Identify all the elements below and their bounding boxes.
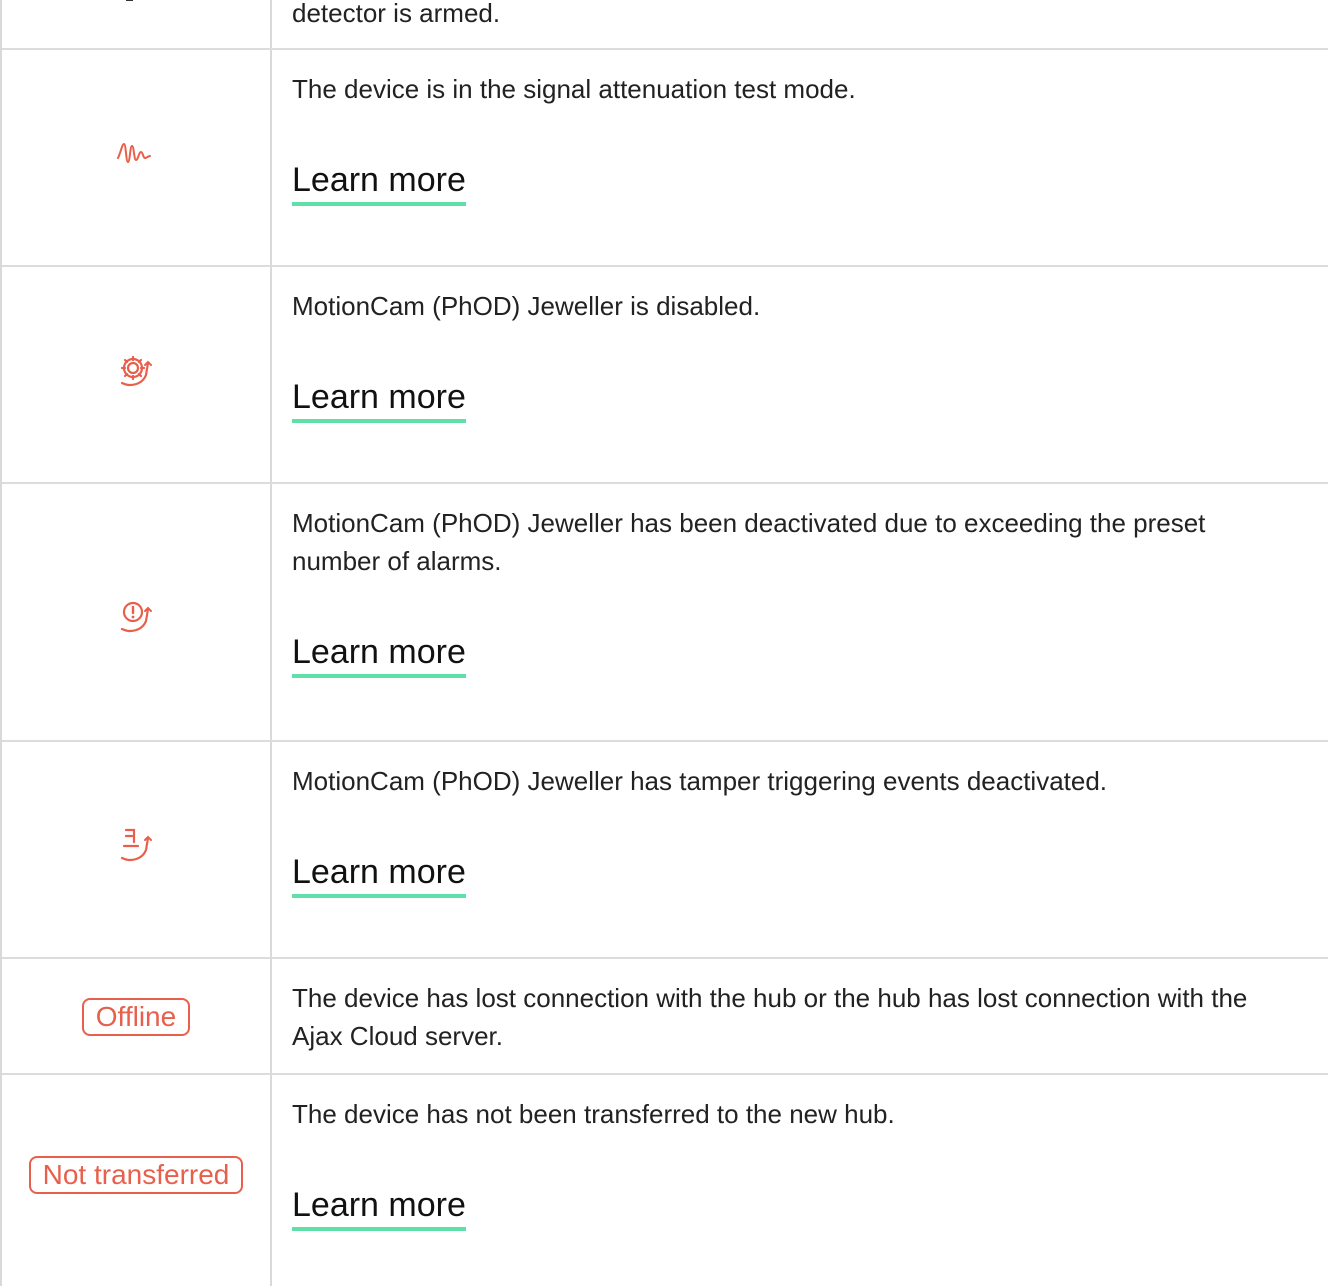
row-description: detector is armed. (292, 0, 501, 28)
text-cell: MotionCam (PhOD) Jeweller has tamper tri… (272, 742, 1328, 958)
table-row: The device is in the signal attenuation … (2, 48, 1328, 266)
learn-more-link[interactable]: Learn more (292, 852, 466, 898)
row-description: MotionCam (PhOD) Jeweller has been deact… (292, 508, 1206, 576)
learn-more-link[interactable]: Learn more (292, 632, 466, 678)
table-row: Offline The device has lost connection w… (2, 957, 1328, 1075)
learn-more-link[interactable]: Learn more (292, 160, 466, 206)
gear-disabled-icon (120, 355, 152, 386)
table-row: Not transferred The device has not been … (2, 1073, 1328, 1286)
learn-more-link[interactable]: Learn more (292, 377, 466, 423)
tamper-deactivated-icon (120, 828, 152, 861)
text-cell: MotionCam (PhOD) Jeweller has been deact… (272, 484, 1328, 742)
table-row: MotionCam (PhOD) Jeweller has been deact… (2, 482, 1328, 742)
row-description: The device is in the signal attenuation … (292, 74, 856, 104)
icon-cell (2, 0, 272, 50)
icon-cell (2, 484, 272, 742)
not-transferred-badge: Not transferred (28, 1155, 244, 1194)
text-cell: detector is armed. (272, 0, 1328, 50)
text-cell: The device is in the signal attenuation … (272, 50, 1328, 266)
table-row: MotionCam (PhOD) Jeweller has tamper tri… (2, 740, 1328, 958)
table-row: detector is armed. (2, 0, 1328, 50)
row-description: The device has not been transferred to t… (292, 1099, 895, 1129)
text-cell: The device has not been transferred to t… (272, 1075, 1328, 1286)
icon-cell (2, 742, 272, 958)
icon-cell: Offline (2, 959, 272, 1075)
learn-more-link[interactable]: Learn more (292, 1185, 466, 1231)
icon-cell (2, 267, 272, 483)
alert-deactivated-icon (120, 601, 152, 632)
text-cell: MotionCam (PhOD) Jeweller is disabled. L… (272, 267, 1328, 483)
row-description: MotionCam (PhOD) Jeweller is disabled. (292, 291, 761, 321)
tamper-partial-icon (126, 0, 141, 1)
icon-cell: Not transferred (2, 1075, 272, 1286)
row-description: MotionCam (PhOD) Jeweller has tamper tri… (292, 766, 1108, 796)
offline-badge: Offline (81, 998, 191, 1036)
table-row: MotionCam (PhOD) Jeweller is disabled. L… (2, 265, 1328, 483)
icon-cell (2, 50, 272, 266)
status-table: detector is armed. The device is in the … (0, 0, 1328, 1286)
signal-wave-icon (117, 142, 151, 164)
text-cell: The device has lost connection with the … (272, 959, 1328, 1075)
row-description: The device has lost connection with the … (292, 983, 1248, 1051)
